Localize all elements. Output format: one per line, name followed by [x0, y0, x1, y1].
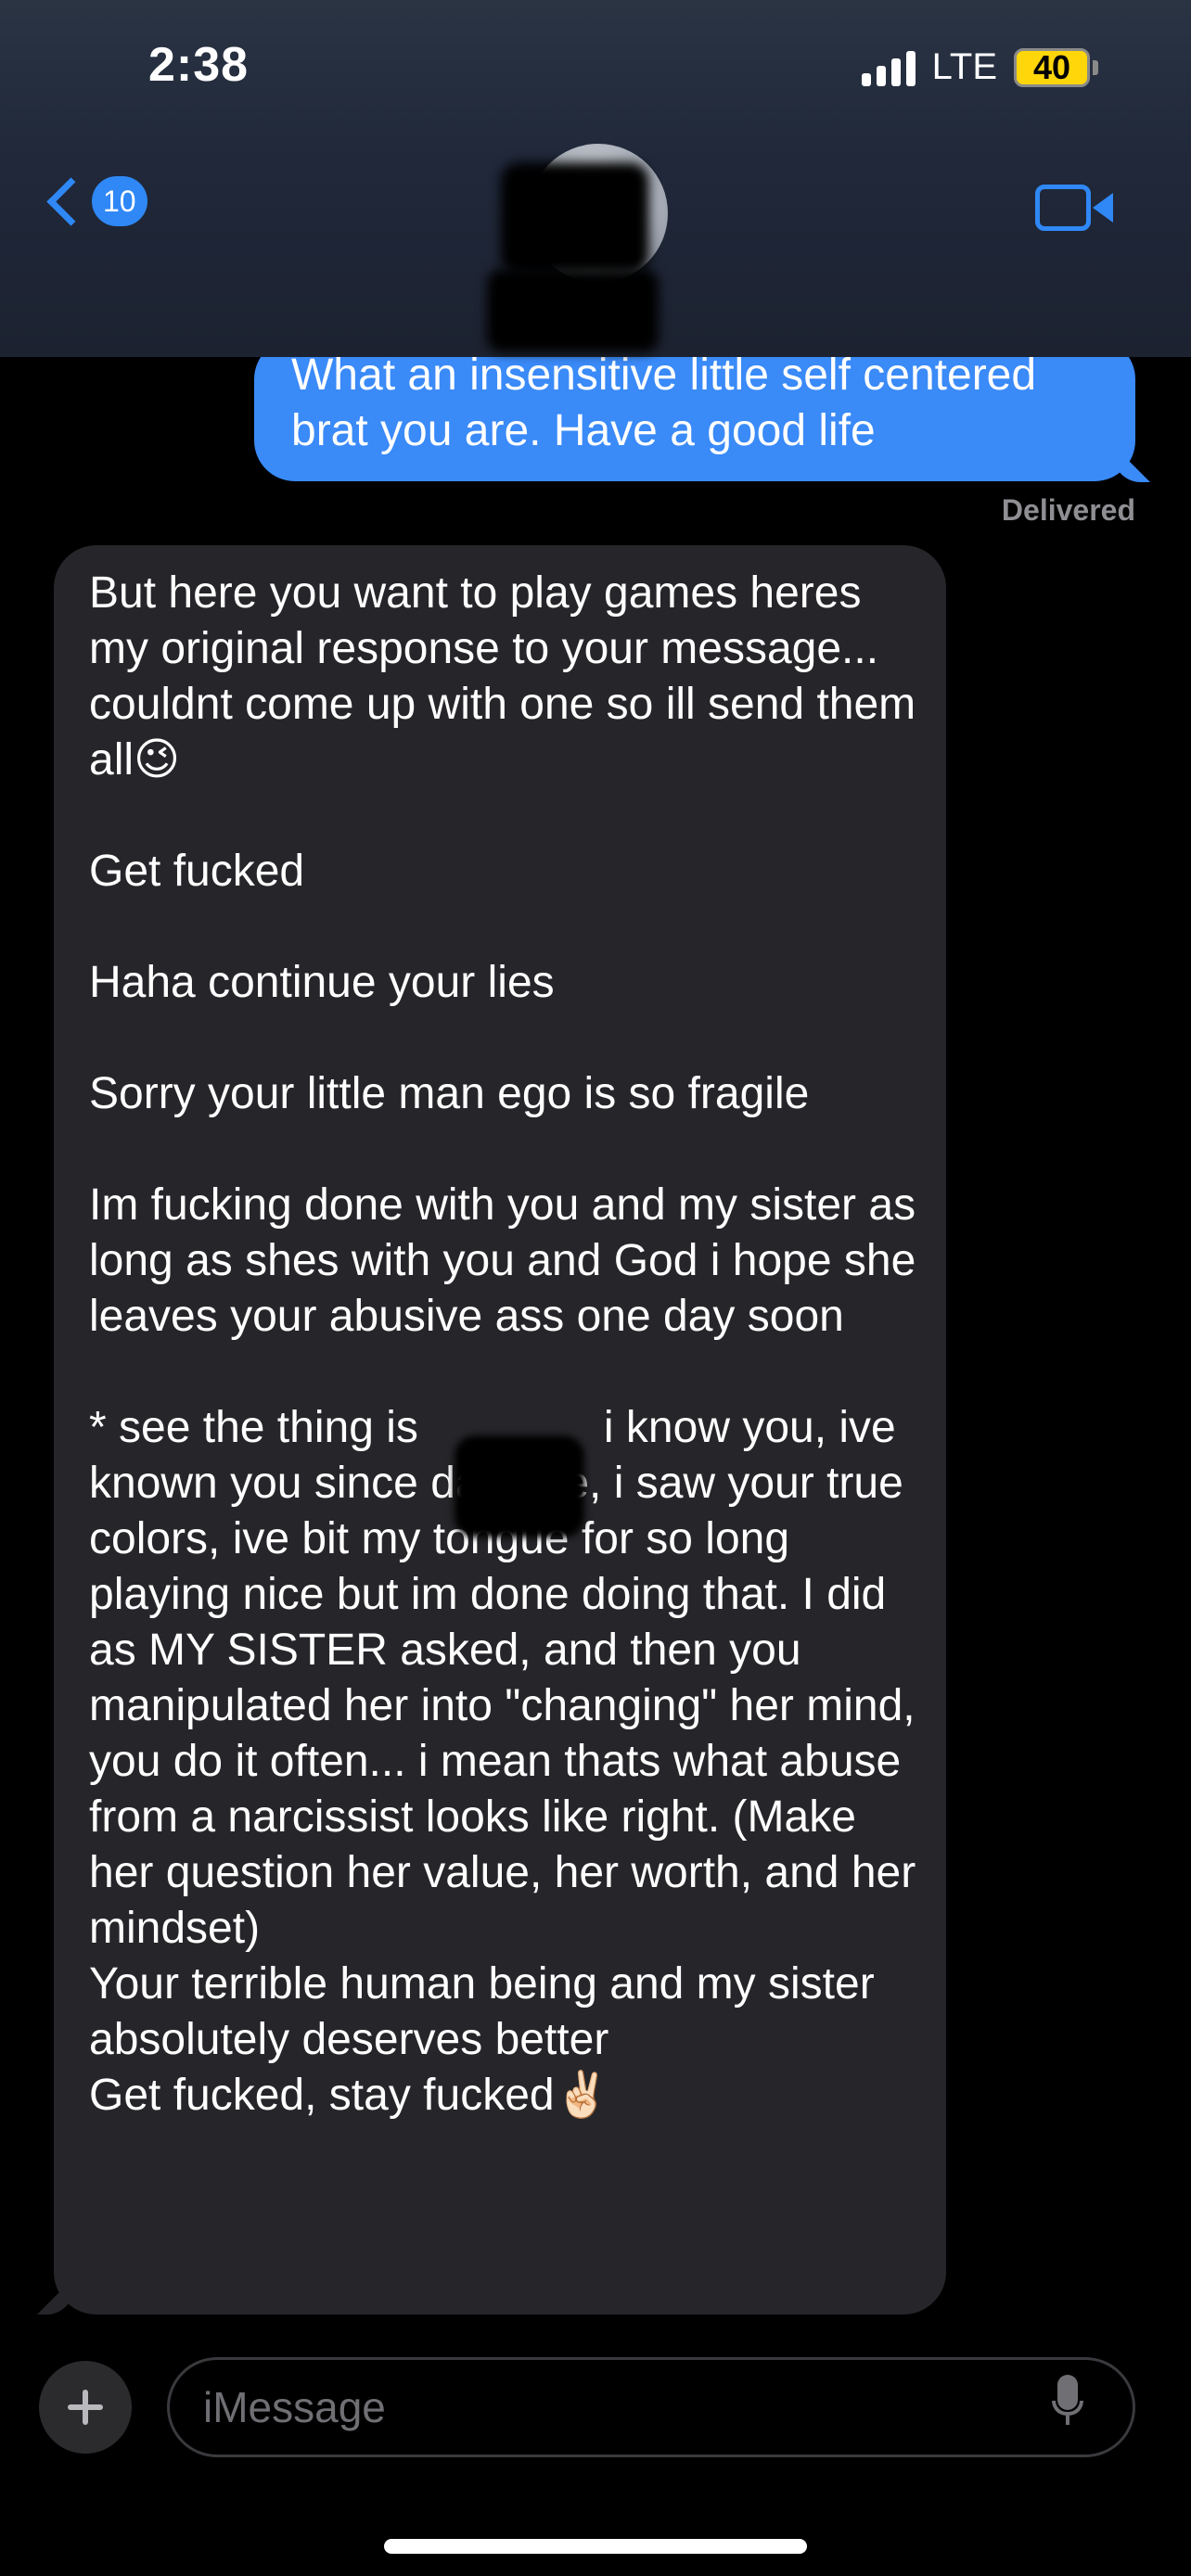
chevron-left-icon — [46, 176, 96, 226]
status-time: 2:38 — [148, 38, 250, 92]
apps-plus-button[interactable] — [39, 2361, 132, 2454]
video-camera-lens — [1093, 193, 1113, 223]
back-button[interactable]: 10 — [41, 176, 147, 226]
name-redaction — [455, 1435, 584, 1537]
delivered-status: Delivered — [1001, 493, 1135, 527]
status-indicators: LTE 40 — [861, 46, 1098, 88]
imessage-input[interactable] — [170, 2381, 1040, 2433]
unread-count-badge: 10 — [92, 176, 147, 226]
sent-message-bubble[interactable]: What an insensitive little self centered… — [254, 338, 1135, 481]
battery-level: 40 — [1014, 47, 1090, 87]
message-composer — [167, 2357, 1135, 2457]
network-type: LTE — [931, 46, 997, 87]
cellular-signal-icon — [861, 49, 916, 86]
battery-icon: 40 — [1014, 47, 1098, 87]
plus-icon — [68, 2390, 103, 2425]
contact-name-redaction — [487, 269, 659, 352]
video-camera-icon — [1035, 185, 1091, 231]
conversation-header: 2:38 LTE 40 10 — [0, 0, 1191, 357]
microphone-icon[interactable] — [1040, 2375, 1095, 2440]
facetime-video-button[interactable] — [1035, 182, 1113, 234]
home-indicator[interactable] — [384, 2539, 807, 2554]
received-message-bubble[interactable]: But here you want to play games heres my… — [54, 545, 946, 2315]
battery-cap — [1093, 59, 1098, 75]
avatar-redaction — [501, 162, 649, 274]
